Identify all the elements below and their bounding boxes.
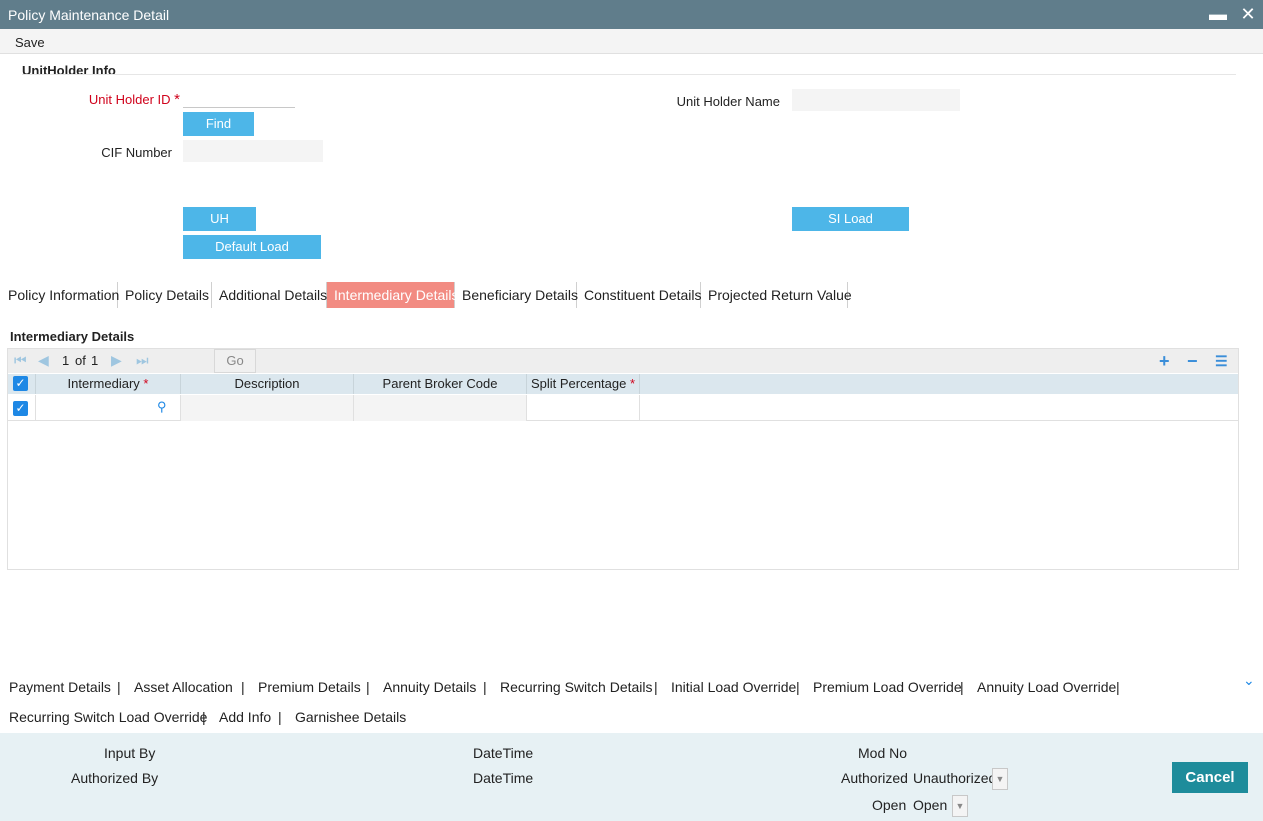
link-garnishee-details[interactable]: Garnishee Details xyxy=(295,709,406,725)
datetime-label: DateTime xyxy=(473,770,534,786)
tab-projected-return-value[interactable]: Projected Return Value xyxy=(701,282,852,308)
search-icon[interactable]: ⚲ xyxy=(157,399,167,415)
authorized-status-value: Unauthorized xyxy=(913,770,997,786)
of-label: of xyxy=(75,353,86,368)
link-add-info[interactable]: Add Info xyxy=(219,709,271,725)
required-star: * xyxy=(174,91,180,108)
grid-pagination-bar: ⏮ ◀ 1 of 1 ▶ ⏭ Go + − ☰ xyxy=(8,349,1238,373)
tab-beneficiary-details[interactable]: Beneficiary Details xyxy=(455,282,578,308)
select-all-checkbox[interactable]: ✓ xyxy=(13,376,28,391)
si-load-override-button[interactable]: SI Load Override xyxy=(792,207,909,250)
link-annuity-details[interactable]: Annuity Details xyxy=(383,679,476,695)
link-separator: | xyxy=(241,679,245,695)
link-separator: | xyxy=(1116,679,1120,695)
link-asset-allocation[interactable]: Asset Allocation xyxy=(134,679,233,695)
col-split-percentage-label: Split Percentage xyxy=(530,376,627,391)
save-button[interactable]: Save xyxy=(15,35,45,50)
title-bar: Policy Maintenance Detail ▬ ✕ xyxy=(0,0,1263,29)
tab-policy-information[interactable]: Policy Information xyxy=(1,282,119,308)
row-select-cell: ✓ xyxy=(8,395,36,421)
required-star: * xyxy=(143,376,149,391)
mod-no-label: Mod No xyxy=(858,745,908,761)
col-intermediary: Intermediary * xyxy=(36,374,181,394)
split-percentage-input[interactable] xyxy=(527,395,640,421)
link-separator: | xyxy=(117,679,121,695)
table-row: ✓ ⚲ xyxy=(8,395,1238,421)
uh-deal-button[interactable]: UH Deal xyxy=(183,207,256,250)
first-page-icon[interactable]: ⏮ xyxy=(14,352,27,369)
chevron-down-icon[interactable]: ▼ xyxy=(992,768,1008,790)
open-status-select[interactable]: Open ▼ xyxy=(913,794,969,817)
tab-policy-details[interactable]: Policy Details xyxy=(118,282,212,308)
next-page-icon[interactable]: ▶ xyxy=(111,352,122,369)
link-separator: | xyxy=(960,679,964,695)
open-label: Open xyxy=(872,797,907,813)
current-page: 1 xyxy=(62,353,70,368)
link-initial-load-override[interactable]: Initial Load Override xyxy=(671,679,796,695)
tab-additional-details[interactable]: Additional Details xyxy=(212,282,327,308)
tab-intermediary-details[interactable]: Intermediary Details xyxy=(327,282,459,308)
required-star: * xyxy=(629,376,636,391)
prev-page-icon[interactable]: ◀ xyxy=(38,352,49,369)
intermediary-details-title: Intermediary Details xyxy=(10,329,135,344)
select-all-cell: ✓ xyxy=(8,374,36,394)
authorized-by-label: Authorized By xyxy=(71,770,159,786)
unit-holder-id-label-text: Unit Holder ID xyxy=(88,92,171,107)
grid-header: ✓ Intermediary * Description Parent Brok… xyxy=(8,374,1238,394)
link-payment-details[interactable]: Payment Details xyxy=(9,679,111,695)
datetime-label: DateTime xyxy=(473,745,534,761)
total-pages: 1 xyxy=(91,353,99,368)
cif-number-field xyxy=(183,140,323,162)
minimize-icon[interactable]: ▬ xyxy=(1208,4,1228,24)
col-description: Description xyxy=(181,374,354,394)
unit-holder-name-field xyxy=(792,89,960,111)
find-uh-button[interactable]: Find UH xyxy=(183,112,254,155)
authorized-label: Authorized xyxy=(841,770,908,786)
section-divider xyxy=(22,74,1236,75)
add-row-icon[interactable]: + xyxy=(1159,351,1170,372)
authorized-status-select[interactable]: Unauthorized ▼ xyxy=(913,767,1009,790)
unit-holder-name-label: Unit Holder Name xyxy=(676,94,780,109)
unitholder-section-title: UnitHolder Info xyxy=(22,63,116,78)
link-recurring-switch-details[interactable]: Recurring Switch Details xyxy=(500,679,653,695)
link-separator: | xyxy=(366,679,370,695)
go-button[interactable]: Go xyxy=(214,349,256,373)
audit-footer xyxy=(0,733,1263,821)
cif-number-label: CIF Number xyxy=(101,145,172,160)
delete-row-icon[interactable]: − xyxy=(1187,351,1198,372)
link-separator: | xyxy=(278,709,282,725)
col-intermediary-label: Intermediary xyxy=(67,376,140,391)
unit-holder-id-label: Unit Holder ID * xyxy=(60,91,180,108)
intermediary-input[interactable]: ⚲ xyxy=(36,395,181,421)
link-premium-load-override[interactable]: Premium Load Override xyxy=(813,679,962,695)
chevron-down-icon[interactable]: ▼ xyxy=(952,795,968,817)
link-premium-details[interactable]: Premium Details xyxy=(258,679,361,695)
single-view-icon[interactable]: ☰ xyxy=(1215,353,1228,370)
window-title: Policy Maintenance Detail xyxy=(8,7,170,23)
close-icon[interactable]: ✕ xyxy=(1238,4,1258,24)
col-split-percentage: Split Percentage * xyxy=(527,374,640,394)
link-separator: | xyxy=(202,709,206,725)
description-field xyxy=(181,395,354,421)
cancel-button[interactable]: Cancel xyxy=(1172,762,1248,793)
toolbar: Save xyxy=(0,29,1263,54)
intermediary-grid: ⏮ ◀ 1 of 1 ▶ ⏭ Go + − ☰ ✓ Intermediary *… xyxy=(7,348,1239,570)
default-load-details-button[interactable]: Default Load Details xyxy=(183,235,321,278)
col-parent-broker-code: Parent Broker Code xyxy=(354,374,527,394)
open-status-value: Open xyxy=(913,797,948,813)
last-page-icon[interactable]: ⏭ xyxy=(136,352,149,369)
link-separator: | xyxy=(654,679,658,695)
chevron-down-icon[interactable]: ⌄ xyxy=(1243,672,1255,689)
link-separator: | xyxy=(483,679,487,695)
link-annuity-load-override[interactable]: Annuity Load Override xyxy=(977,679,1116,695)
row-checkbox[interactable]: ✓ xyxy=(13,401,28,416)
tab-constituent-details[interactable]: Constituent Details xyxy=(577,282,702,308)
parent-broker-code-field xyxy=(354,395,527,421)
link-separator: | xyxy=(796,679,800,695)
unit-holder-id-input[interactable] xyxy=(183,86,295,108)
input-by-label: Input By xyxy=(104,745,156,761)
link-recurring-switch-load-override[interactable]: Recurring Switch Load Override xyxy=(9,709,207,725)
